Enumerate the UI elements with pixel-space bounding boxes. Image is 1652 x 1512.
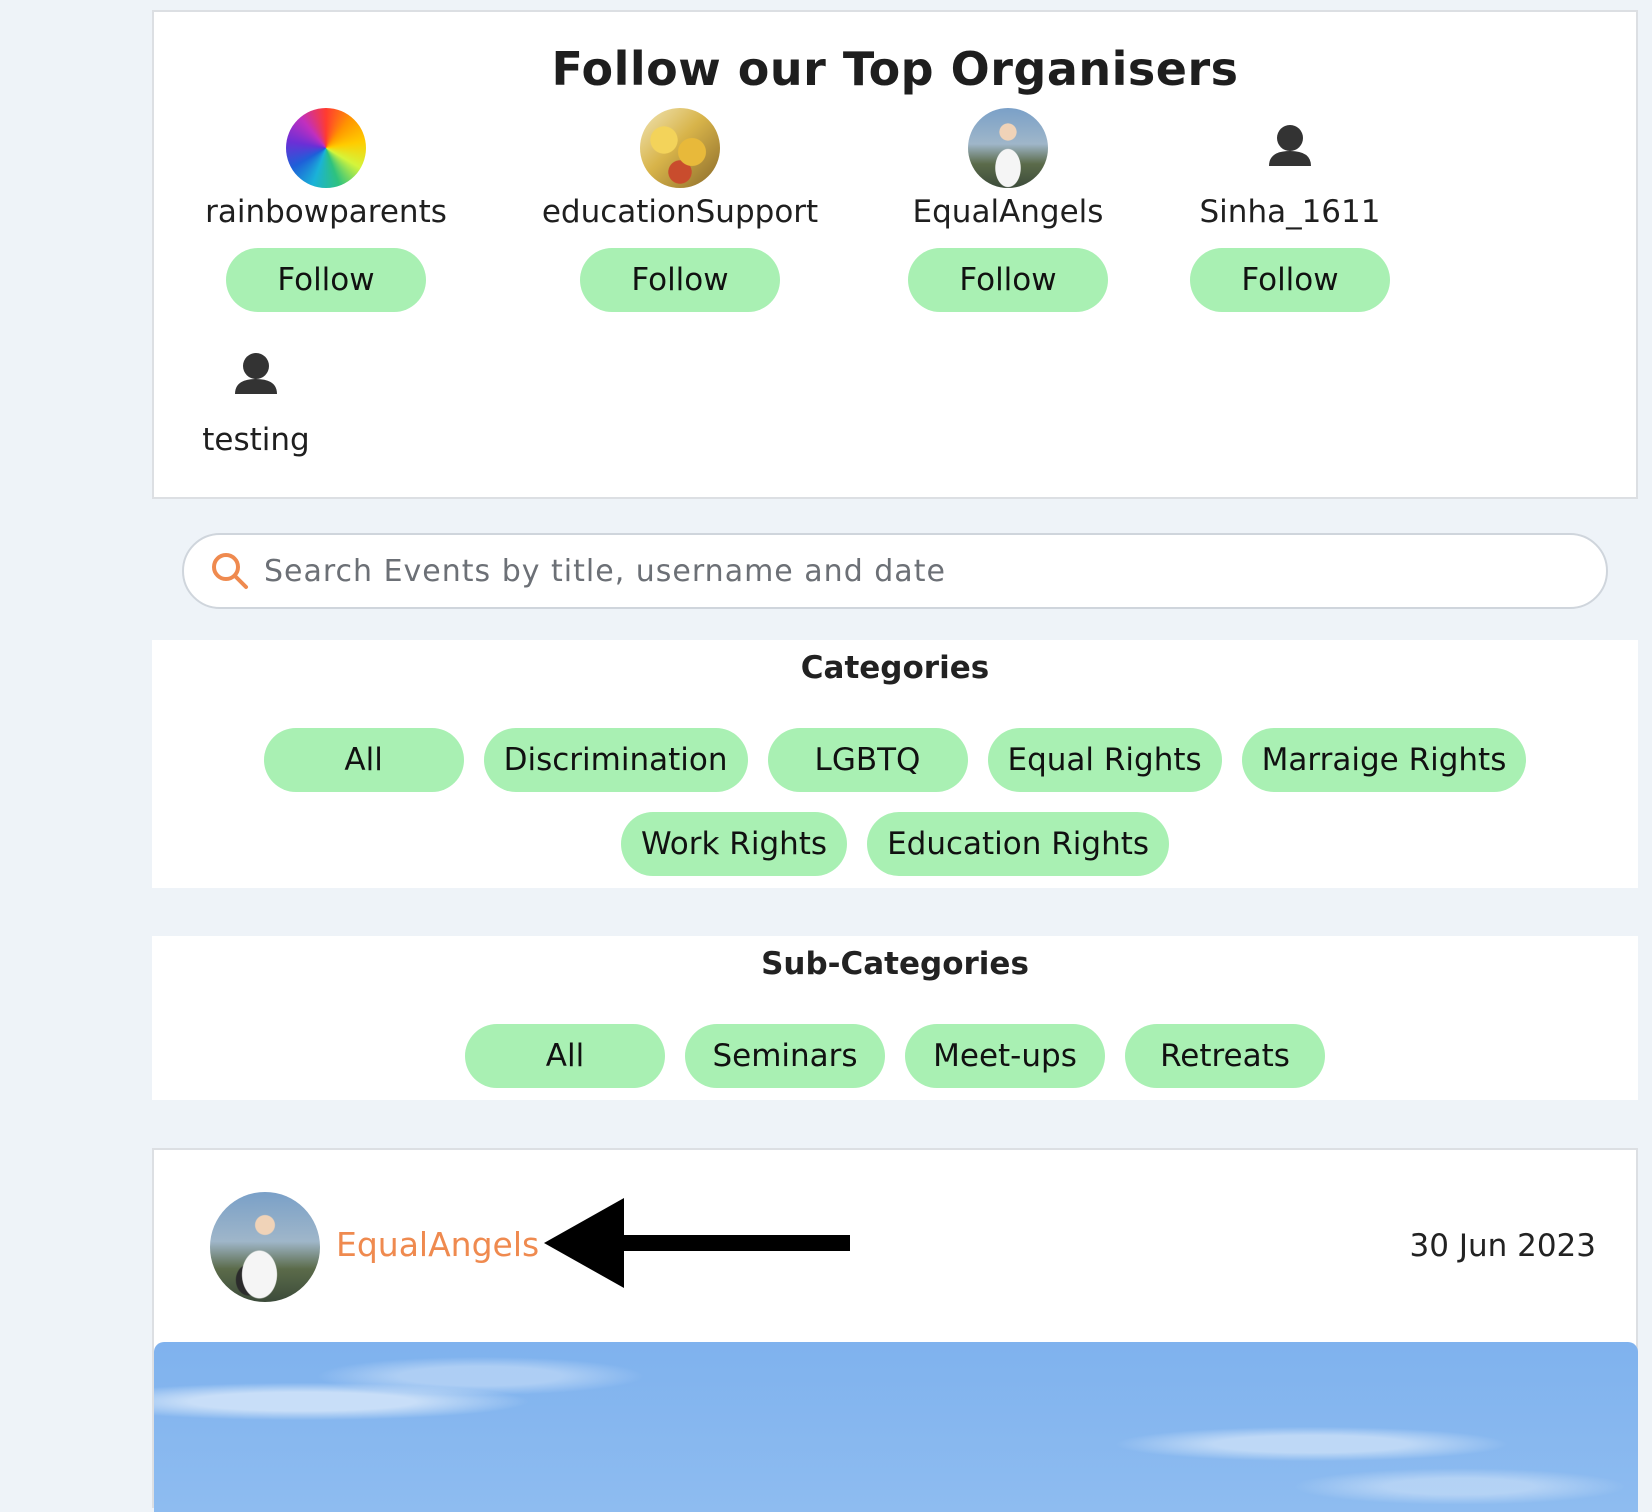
organiser-name[interactable]: EqualAngels bbox=[858, 194, 1158, 230]
person-icon[interactable] bbox=[1250, 108, 1330, 188]
follow-button[interactable]: Follow bbox=[580, 248, 780, 312]
arrow-left-icon bbox=[544, 1198, 850, 1288]
organiser-name[interactable]: testing bbox=[176, 422, 336, 458]
organiser-name[interactable]: Sinha_1611 bbox=[1140, 194, 1440, 230]
category-chip-all[interactable]: All bbox=[263, 728, 464, 792]
category-chips: All Discrimination LGBTQ Equal Rights Ma… bbox=[152, 728, 1638, 876]
organiser-rainbowparents: rainbowparents Follow bbox=[176, 108, 476, 312]
event-organiser-avatar[interactable] bbox=[210, 1192, 320, 1302]
categories-title: Categories bbox=[800, 650, 990, 686]
organiser-testing: testing bbox=[176, 336, 336, 458]
subcategories-title: Sub-Categories bbox=[761, 946, 1029, 982]
category-chip-discrimination[interactable]: Discrimination bbox=[483, 728, 748, 792]
organiser-avatar[interactable] bbox=[286, 108, 366, 188]
organiser-avatar[interactable] bbox=[640, 108, 720, 188]
categories-panel: Categories All Discrimination LGBTQ Equa… bbox=[152, 640, 1638, 888]
organiser-educationsupport: educationSupport Follow bbox=[530, 108, 830, 312]
search-input[interactable] bbox=[264, 553, 1564, 589]
top-organisers-card: Follow our Top Organisers rainbowparents… bbox=[152, 10, 1638, 499]
category-chip-work-rights[interactable]: Work Rights bbox=[620, 812, 848, 876]
organiser-sinha-1611: Sinha_1611 Follow bbox=[1140, 108, 1440, 312]
organiser-name[interactable]: rainbowparents bbox=[176, 194, 476, 230]
organiser-name[interactable]: educationSupport bbox=[530, 194, 830, 230]
event-card: EqualAngels 30 Jun 2023 bbox=[152, 1148, 1638, 1512]
follow-button[interactable]: Follow bbox=[908, 248, 1108, 312]
subcategories-panel: Sub-Categories All Seminars Meet-ups Ret… bbox=[152, 936, 1638, 1100]
subcategory-chip-all[interactable]: All bbox=[465, 1024, 665, 1088]
organiser-equalangels: EqualAngels Follow bbox=[858, 108, 1158, 312]
follow-button[interactable]: Follow bbox=[1190, 248, 1390, 312]
subcategory-chips: All Seminars Meet-ups Retreats bbox=[152, 1024, 1638, 1088]
event-date: 30 Jun 2023 bbox=[1409, 1228, 1596, 1264]
subcategory-chip-retreats[interactable]: Retreats bbox=[1125, 1024, 1325, 1088]
event-organiser-username[interactable]: EqualAngels bbox=[336, 1225, 539, 1264]
category-chip-education-rights[interactable]: Education Rights bbox=[867, 812, 1170, 876]
category-chip-lgbtq[interactable]: LGBTQ bbox=[767, 728, 968, 792]
category-chip-equal-rights[interactable]: Equal Rights bbox=[987, 728, 1222, 792]
search-icon bbox=[212, 553, 248, 589]
event-search-bar[interactable] bbox=[182, 533, 1608, 609]
organiser-avatar[interactable] bbox=[968, 108, 1048, 188]
subcategory-chip-meetups[interactable]: Meet-ups bbox=[905, 1024, 1105, 1088]
person-icon[interactable] bbox=[216, 336, 296, 416]
follow-button[interactable]: Follow bbox=[226, 248, 426, 312]
organisers-title: Follow our Top Organisers bbox=[551, 42, 1239, 96]
event-cover-image[interactable] bbox=[154, 1342, 1638, 1512]
subcategory-chip-seminars[interactable]: Seminars bbox=[685, 1024, 885, 1088]
category-chip-marriage-rights[interactable]: Marraige Rights bbox=[1241, 728, 1527, 792]
